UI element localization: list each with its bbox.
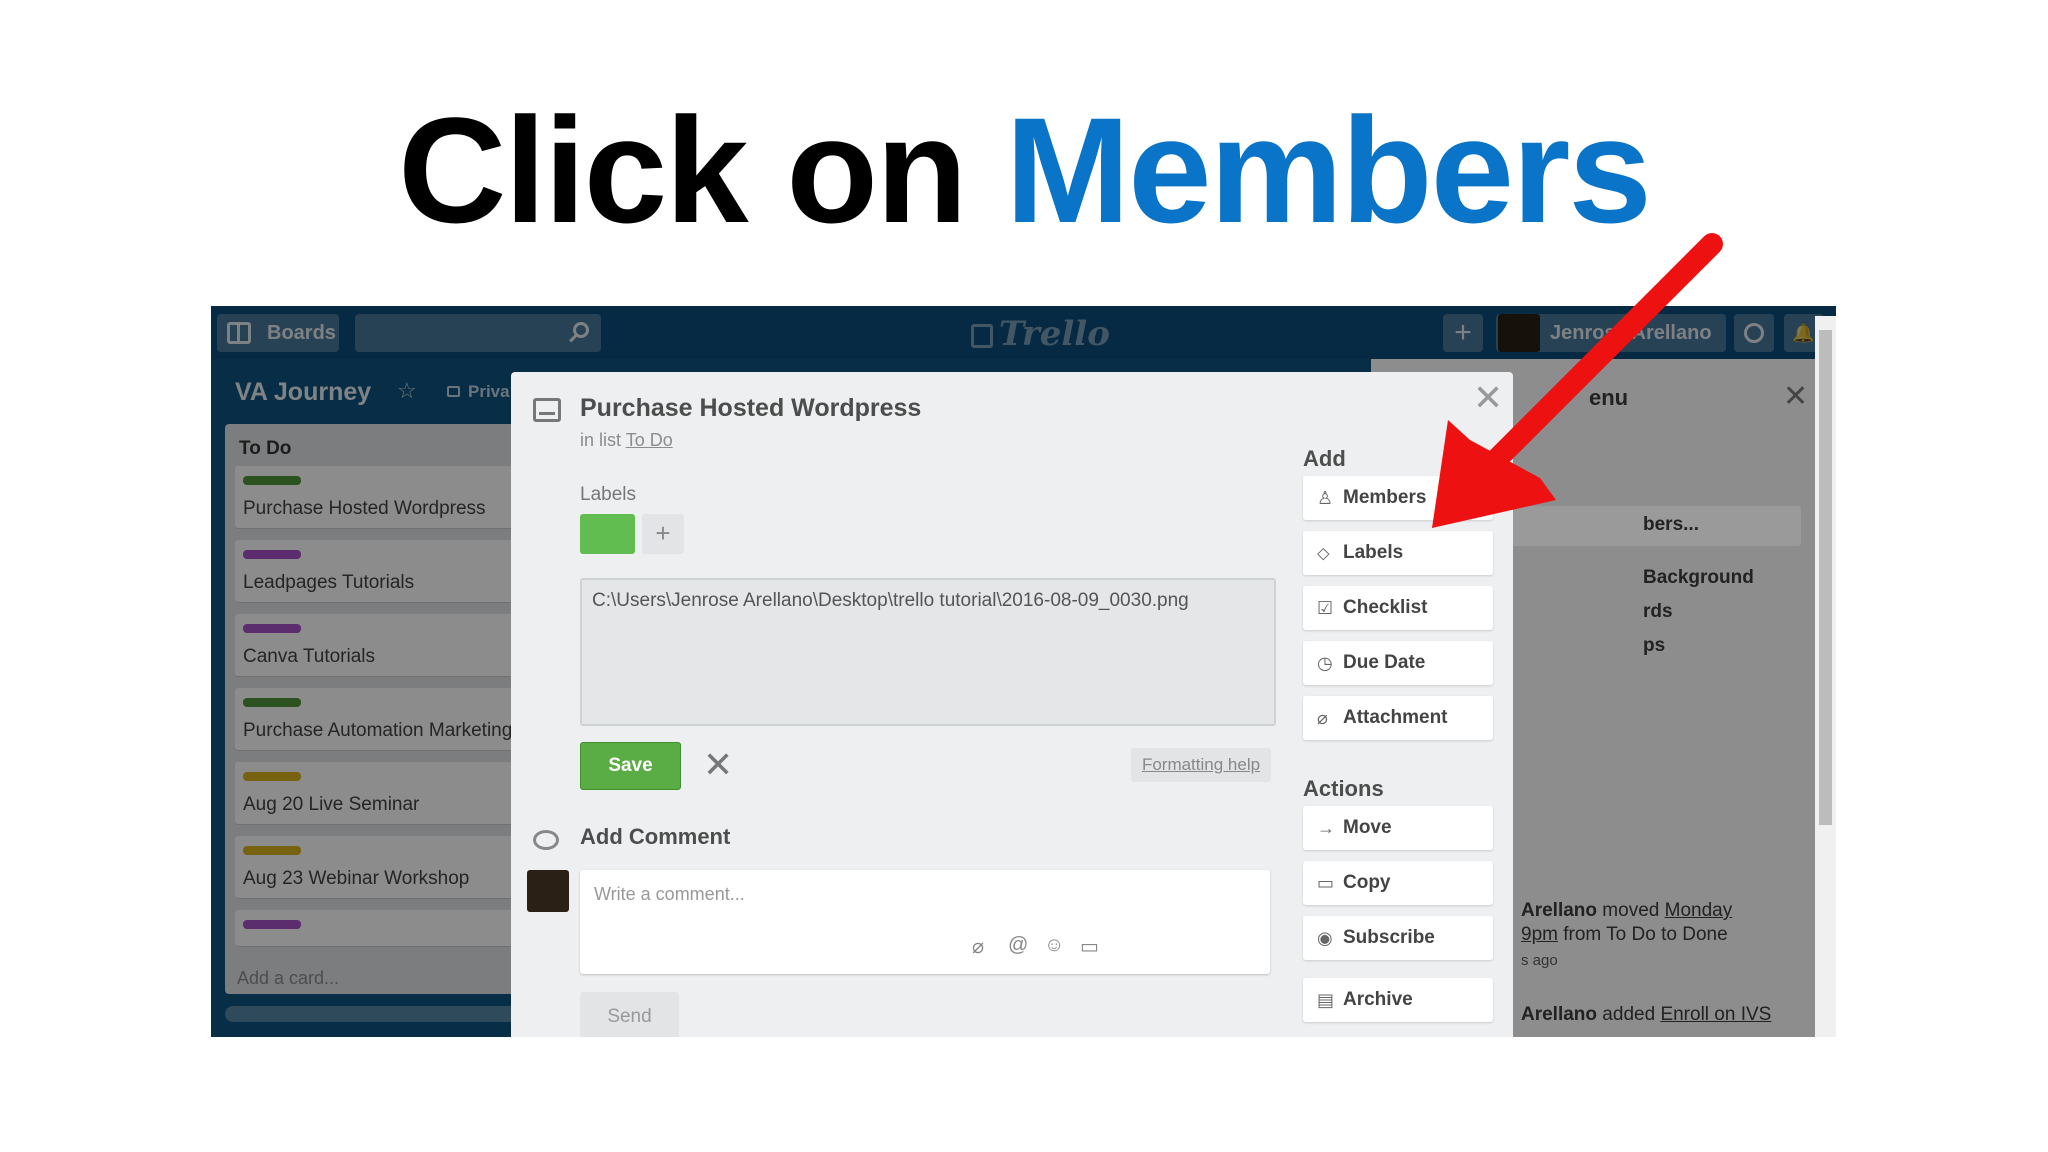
label-chip-green[interactable] bbox=[580, 514, 635, 554]
labels-label: Labels bbox=[1343, 542, 1404, 563]
tag-icon: ⬦ bbox=[1317, 543, 1330, 563]
checkbox-icon: ☑ bbox=[1317, 598, 1334, 618]
menu-link-background[interactable]: Background bbox=[1643, 567, 1754, 589]
comment-placeholder: Write a comment... bbox=[594, 884, 745, 904]
avatar bbox=[527, 870, 569, 912]
headline: Click on Members bbox=[0, 90, 2048, 250]
move-button[interactable]: → Move bbox=[1303, 806, 1493, 850]
card-title[interactable]: Purchase Hosted Wordpress bbox=[580, 394, 921, 423]
attachment-button[interactable]: ⌀ Attachment bbox=[1303, 696, 1493, 740]
scrollbar-thumb[interactable] bbox=[1819, 330, 1832, 825]
activity-link[interactable]: 9pm bbox=[1521, 924, 1558, 945]
send-button[interactable]: Send bbox=[580, 992, 679, 1037]
actions-heading: Actions bbox=[1303, 776, 1384, 801]
card-icon bbox=[533, 398, 561, 422]
menu-title: enu bbox=[1589, 385, 1629, 410]
activity-time: s ago bbox=[1521, 952, 1558, 969]
menu-link-powerups[interactable]: ps bbox=[1643, 635, 1665, 657]
subscribe-button[interactable]: ◉ Subscribe bbox=[1303, 916, 1493, 960]
due-date-label: Due Date bbox=[1343, 652, 1426, 673]
move-label: Move bbox=[1343, 817, 1392, 838]
add-label-button[interactable]: + bbox=[642, 514, 684, 554]
card-detail-modal: ✕ Purchase Hosted Wordpress in list To D… bbox=[511, 372, 1513, 1037]
cancel-icon[interactable]: ✕ bbox=[703, 742, 733, 788]
paperclip-icon: ⌀ bbox=[1317, 708, 1328, 728]
copy-button[interactable]: ▭ Copy bbox=[1303, 861, 1493, 905]
checklist-label: Checklist bbox=[1343, 597, 1428, 618]
card-list-info: in list To Do bbox=[580, 430, 673, 451]
copy-label: Copy bbox=[1343, 872, 1391, 893]
members-button[interactable]: ♙ Members bbox=[1303, 476, 1493, 520]
eye-icon: ◉ bbox=[1317, 928, 1333, 948]
labels-heading: Labels bbox=[580, 484, 636, 505]
formatting-help-link[interactable]: Formatting help bbox=[1131, 748, 1271, 782]
headline-highlight: Members bbox=[1005, 86, 1652, 254]
trello-screenshot: Boards Trello + Jenrose Arellano 🔔 VA Jo… bbox=[211, 306, 1836, 1037]
menu-members-row[interactable]: bers... bbox=[1511, 506, 1801, 546]
close-icon[interactable]: ✕ bbox=[1783, 379, 1808, 414]
attachment-icon[interactable]: ⌀ bbox=[972, 934, 984, 959]
person-icon: ♙ bbox=[1317, 488, 1334, 508]
archive-label: Archive bbox=[1343, 989, 1413, 1010]
activity-line: 9pm from To Do to Done bbox=[1521, 924, 1728, 946]
tutorial-slide: Click on Members Boards Trello + Jenrose… bbox=[0, 0, 2048, 1152]
comment-input[interactable]: Write a comment... ⌀ @ ☺ ▭ bbox=[580, 870, 1270, 974]
list-link[interactable]: To Do bbox=[626, 430, 673, 450]
activity-actor: Arellano bbox=[1521, 1004, 1598, 1025]
activity-verb: added bbox=[1597, 1004, 1661, 1025]
mention-icon[interactable]: @ bbox=[1008, 934, 1028, 957]
save-button[interactable]: Save bbox=[580, 742, 681, 790]
members-label: Members bbox=[1343, 487, 1427, 508]
card-link-icon[interactable]: ▭ bbox=[1080, 934, 1099, 959]
add-comment-heading: Add Comment bbox=[580, 824, 731, 849]
description-field[interactable]: C:\Users\Jenrose Arellano\Desktop\trello… bbox=[580, 578, 1276, 726]
archive-icon: ▤ bbox=[1317, 990, 1335, 1010]
activity-link[interactable]: Enroll on IVS bbox=[1660, 1004, 1771, 1025]
menu-link-cards[interactable]: rds bbox=[1643, 601, 1673, 623]
add-heading: Add bbox=[1303, 446, 1346, 471]
activity-line: Arellano moved Monday bbox=[1521, 900, 1732, 922]
activity-link[interactable]: Monday bbox=[1665, 900, 1733, 921]
activity-line: Arellano added Enroll on IVS bbox=[1521, 1004, 1771, 1026]
subscribe-label: Subscribe bbox=[1343, 927, 1435, 948]
due-date-button[interactable]: ◷ Due Date bbox=[1303, 641, 1493, 685]
in-list-prefix: in list bbox=[580, 430, 626, 450]
labels-button[interactable]: ⬦ Labels bbox=[1303, 531, 1493, 575]
arrow-right-icon: → bbox=[1317, 818, 1335, 838]
activity-actor: Arellano bbox=[1521, 900, 1598, 921]
activity-text: from To Do to Done bbox=[1557, 924, 1728, 945]
clock-icon: ◷ bbox=[1317, 653, 1333, 673]
vertical-scrollbar[interactable] bbox=[1815, 316, 1836, 1037]
copy-icon: ▭ bbox=[1317, 873, 1335, 893]
emoji-icon[interactable]: ☺ bbox=[1044, 934, 1064, 957]
activity-verb: moved bbox=[1597, 900, 1665, 921]
archive-button[interactable]: ▤ Archive bbox=[1303, 978, 1493, 1022]
comment-icon bbox=[533, 830, 559, 850]
close-icon[interactable]: ✕ bbox=[1473, 380, 1503, 416]
checklist-button[interactable]: ☑ Checklist bbox=[1303, 586, 1493, 630]
headline-text: Click on bbox=[398, 86, 1006, 254]
attachment-label: Attachment bbox=[1343, 707, 1448, 728]
